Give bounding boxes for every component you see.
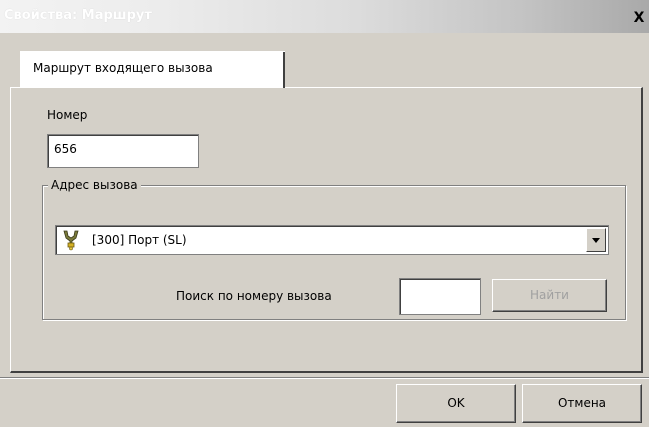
close-icon: X	[633, 10, 645, 26]
tab-label: Маршрут входящего вызова	[33, 61, 213, 75]
tab-incoming-call-route[interactable]: Маршрут входящего вызова	[20, 51, 285, 88]
number-field[interactable]: 656	[47, 134, 199, 168]
ok-button[interactable]: OK	[396, 384, 516, 423]
search-by-call-number-label: Поиск по номеру вызова	[176, 289, 332, 303]
cancel-button[interactable]: Отмена	[522, 384, 642, 423]
call-address-legend: Адрес вызова	[48, 178, 141, 192]
close-button[interactable]: X	[631, 8, 647, 28]
search-call-number-input[interactable]	[399, 278, 481, 315]
find-button[interactable]: Найти	[492, 279, 607, 312]
port-connector-icon	[60, 229, 82, 251]
window-title: Свойства: Маршрут	[4, 8, 152, 23]
number-label: Номер	[47, 108, 88, 122]
properties-dialog: Свойства: Маршрут X Маршрут входящего вы…	[0, 0, 649, 427]
call-address-combobox[interactable]: [300] Порт (SL)	[55, 225, 609, 255]
number-value: 656	[54, 142, 77, 156]
title-bar[interactable]: Свойства: Маршрут X	[0, 0, 649, 33]
call-address-selected: [300] Порт (SL)	[92, 233, 187, 247]
bottom-separator	[0, 377, 649, 379]
dropdown-arrow-button[interactable]	[586, 228, 606, 252]
